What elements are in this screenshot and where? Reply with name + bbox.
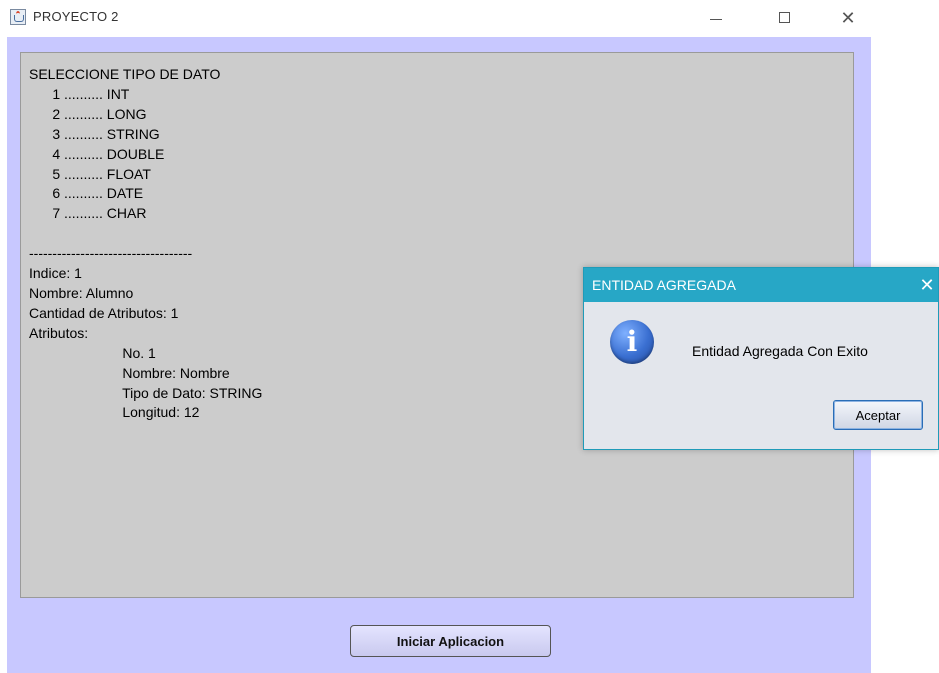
minimize-button[interactable] <box>704 6 728 30</box>
window-title: PROYECTO 2 <box>33 9 119 24</box>
output-line: Nombre: Alumno <box>29 284 134 301</box>
output-line: Tipo de Dato: STRING <box>29 384 263 401</box>
output-line: Longitud: 12 <box>29 404 200 421</box>
output-line: 3 .......... STRING <box>29 125 160 142</box>
output-line: Indice: 1 <box>29 265 82 282</box>
output-line: ----------------------------------- <box>29 245 193 262</box>
output-line: No. 1 <box>29 344 156 361</box>
info-icon: i <box>610 320 654 364</box>
close-icon: ✕ <box>840 8 856 28</box>
output-line: 1 .......... INT <box>29 85 130 102</box>
output-line: Nombre: Nombre <box>29 364 230 381</box>
output-line: SELECCIONE TIPO DE DATO <box>29 66 221 82</box>
accept-button[interactable]: Aceptar <box>833 400 923 430</box>
maximize-button[interactable] <box>773 6 797 30</box>
output-line: 4 .......... DOUBLE <box>29 145 165 162</box>
output-line: 6 .......... DATE <box>29 185 144 202</box>
close-icon: ✕ <box>919 275 935 295</box>
minimize-icon <box>710 19 722 20</box>
dialog-body: i Entidad Agregada Con Exito Aceptar <box>584 302 938 449</box>
java-app-icon <box>10 9 26 25</box>
output-line: Atributos: <box>29 324 89 341</box>
dialog-close-button[interactable]: ✕ <box>916 273 938 297</box>
output-line: 7 .......... CHAR <box>29 205 147 222</box>
output-line: 5 .......... FLOAT <box>29 165 151 182</box>
close-button[interactable]: ✕ <box>836 6 860 30</box>
message-dialog: ENTIDAD AGREGADA ✕ i Entidad Agregada Co… <box>583 267 939 450</box>
window-titlebar[interactable]: PROYECTO 2 ✕ <box>0 0 878 36</box>
dialog-title: ENTIDAD AGREGADA <box>592 277 736 293</box>
start-application-button[interactable]: Iniciar Aplicacion <box>350 625 551 657</box>
output-text: SELECCIONE TIPO DE DATO 1 .......... INT… <box>29 65 262 423</box>
maximize-icon <box>779 12 790 23</box>
dialog-titlebar[interactable]: ENTIDAD AGREGADA ✕ <box>584 268 938 302</box>
output-line: Cantidad de Atributos: 1 <box>29 304 179 321</box>
dialog-message: Entidad Agregada Con Exito <box>692 343 868 359</box>
output-line: 2 .......... LONG <box>29 105 147 122</box>
